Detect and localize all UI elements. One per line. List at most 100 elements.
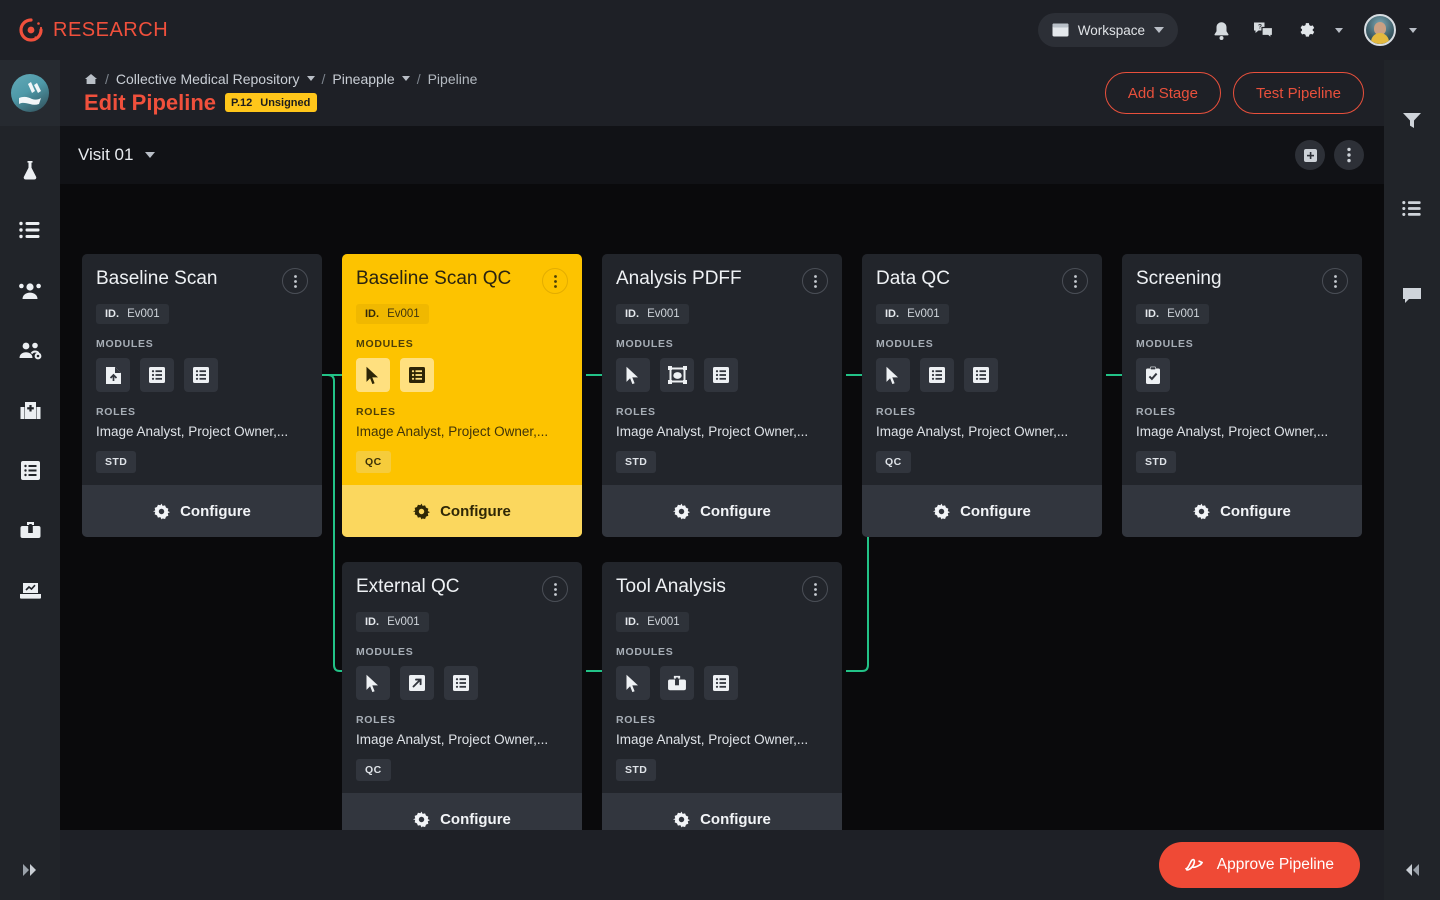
stage-title: External QC	[356, 576, 459, 598]
sidebar-item-sites[interactable]	[0, 380, 60, 440]
module-form-list[interactable]	[140, 358, 174, 392]
canvas-more-button[interactable]	[1334, 140, 1364, 170]
settings-dropdown[interactable]	[1328, 11, 1350, 49]
settings-button[interactable]	[1286, 11, 1324, 49]
sidebar-item-worklist[interactable]	[0, 200, 60, 260]
avatar[interactable]	[1364, 14, 1396, 46]
stage-card[interactable]: Tool Analysis ID. Ev001 MODULES	[602, 562, 842, 845]
approve-pipeline-label: Approve Pipeline	[1217, 856, 1334, 874]
help-chat-icon: ?	[1253, 21, 1274, 39]
module-file-upload[interactable]	[96, 358, 130, 392]
stage-card[interactable]: Data QC ID. Ev001 MODULES	[862, 254, 1102, 537]
stage-menu-button[interactable]	[282, 268, 308, 294]
filter-icon	[1402, 111, 1422, 129]
modules-list	[616, 666, 828, 700]
add-node-button[interactable]	[1295, 140, 1325, 170]
form-list-icon	[192, 366, 210, 384]
configure-button[interactable]: Configure	[1122, 485, 1362, 537]
configure-label: Configure	[180, 503, 251, 520]
stage-tag: STD	[616, 451, 656, 473]
right-sidebar-collapse-button[interactable]	[1384, 840, 1440, 900]
comment-icon	[1402, 287, 1422, 305]
module-cursor[interactable]	[356, 666, 390, 700]
configure-button[interactable]: Configure	[342, 485, 582, 537]
home-icon[interactable]	[84, 73, 98, 85]
modules-label: MODULES	[1136, 338, 1348, 350]
module-cursor[interactable]	[616, 358, 650, 392]
configure-button[interactable]: Configure	[82, 485, 322, 537]
stage-id-chip: ID. Ev001	[876, 304, 949, 324]
breadcrumb-item-repository[interactable]: Collective Medical Repository	[116, 71, 300, 87]
workspace-selector[interactable]: Workspace	[1038, 13, 1178, 47]
module-form-list[interactable]	[964, 358, 998, 392]
right-sidebar-item-list[interactable]	[1384, 178, 1440, 238]
chevron-down-icon[interactable]	[402, 76, 410, 81]
configure-button[interactable]: Configure	[862, 485, 1102, 537]
module-external-link[interactable]	[400, 666, 434, 700]
visit-toolbar: Visit 01	[60, 126, 1384, 184]
profile-dropdown[interactable]	[1400, 11, 1426, 49]
modules-label: MODULES	[356, 646, 568, 658]
module-form-list[interactable]	[444, 666, 478, 700]
id-value: Ev001	[647, 308, 680, 320]
gear-icon	[153, 503, 170, 520]
sidebar-item-reports[interactable]	[0, 560, 60, 620]
topbar-icons: ?	[1202, 11, 1426, 49]
module-cursor[interactable]	[876, 358, 910, 392]
id-label: ID.	[625, 308, 639, 320]
module-cursor[interactable]	[616, 666, 650, 700]
module-form-list[interactable]	[704, 666, 738, 700]
sidebar-expand-button[interactable]	[0, 840, 60, 900]
hospital-icon	[19, 400, 42, 420]
stage-menu-button[interactable]	[542, 268, 568, 294]
notifications-button[interactable]	[1202, 11, 1240, 49]
stage-menu-button[interactable]	[802, 268, 828, 294]
module-form-list[interactable]	[704, 358, 738, 392]
sidebar-item-studies[interactable]	[0, 140, 60, 200]
kebab-icon	[554, 583, 557, 596]
module-form-list[interactable]	[920, 358, 954, 392]
breadcrumb-sep: /	[417, 71, 421, 87]
test-pipeline-button[interactable]: Test Pipeline	[1233, 72, 1364, 114]
breadcrumb-item-project[interactable]: Pineapple	[332, 71, 394, 87]
stage-card-body: Screening ID. Ev001 MODULES	[1122, 254, 1362, 485]
org-logo[interactable]	[0, 60, 60, 126]
stage-tag: STD	[96, 451, 136, 473]
stage-menu-button[interactable]	[1322, 268, 1348, 294]
stage-menu-button[interactable]	[1062, 268, 1088, 294]
stage-card[interactable]: Screening ID. Ev001 MODULES	[1122, 254, 1362, 537]
add-stage-button[interactable]: Add Stage	[1105, 72, 1221, 114]
sidebar-item-team-settings[interactable]	[0, 320, 60, 380]
module-form-list[interactable]	[400, 358, 434, 392]
module-toolbox[interactable]	[660, 666, 694, 700]
configure-button[interactable]: Configure	[602, 485, 842, 537]
help-chat-button[interactable]: ?	[1244, 11, 1282, 49]
right-sidebar-item-comments[interactable]	[1384, 266, 1440, 326]
stage-menu-button[interactable]	[542, 576, 568, 602]
module-clipboard-check[interactable]	[1136, 358, 1170, 392]
id-value: Ev001	[1167, 308, 1200, 320]
kebab-icon	[554, 275, 557, 288]
stage-menu-button[interactable]	[802, 576, 828, 602]
stage-card[interactable]: Analysis PDFF ID. Ev001 MODULES	[602, 254, 842, 537]
roles-value: Image Analyst, Project Owner,...	[876, 424, 1088, 439]
stage-card[interactable]: Baseline Scan ID. Ev001 MODULES	[82, 254, 322, 537]
right-sidebar-item-filter[interactable]	[1384, 90, 1440, 150]
visit-dropdown-chevron-icon[interactable]	[145, 152, 155, 158]
stage-card-body: External QC ID. Ev001 MODULES	[342, 562, 582, 793]
module-form-list[interactable]	[184, 358, 218, 392]
sidebar-item-forms[interactable]	[0, 440, 60, 500]
modules-list	[356, 358, 568, 392]
module-roi-frame[interactable]	[660, 358, 694, 392]
roles-value: Image Analyst, Project Owner,...	[96, 424, 308, 439]
module-cursor[interactable]	[356, 358, 390, 392]
stage-card[interactable]: External QC ID. Ev001 MODULES	[342, 562, 582, 845]
brand-logo[interactable]: RESEARCH	[18, 17, 168, 43]
approve-pipeline-button[interactable]: Approve Pipeline	[1159, 842, 1360, 888]
chevron-down-icon[interactable]	[307, 76, 315, 81]
sidebar-item-subjects[interactable]	[0, 260, 60, 320]
users-icon	[18, 280, 42, 300]
sidebar-item-tools[interactable]	[0, 500, 60, 560]
cursor-icon	[885, 366, 901, 385]
stage-card[interactable]: Baseline Scan QC ID. Ev001 MODULES	[342, 254, 582, 537]
